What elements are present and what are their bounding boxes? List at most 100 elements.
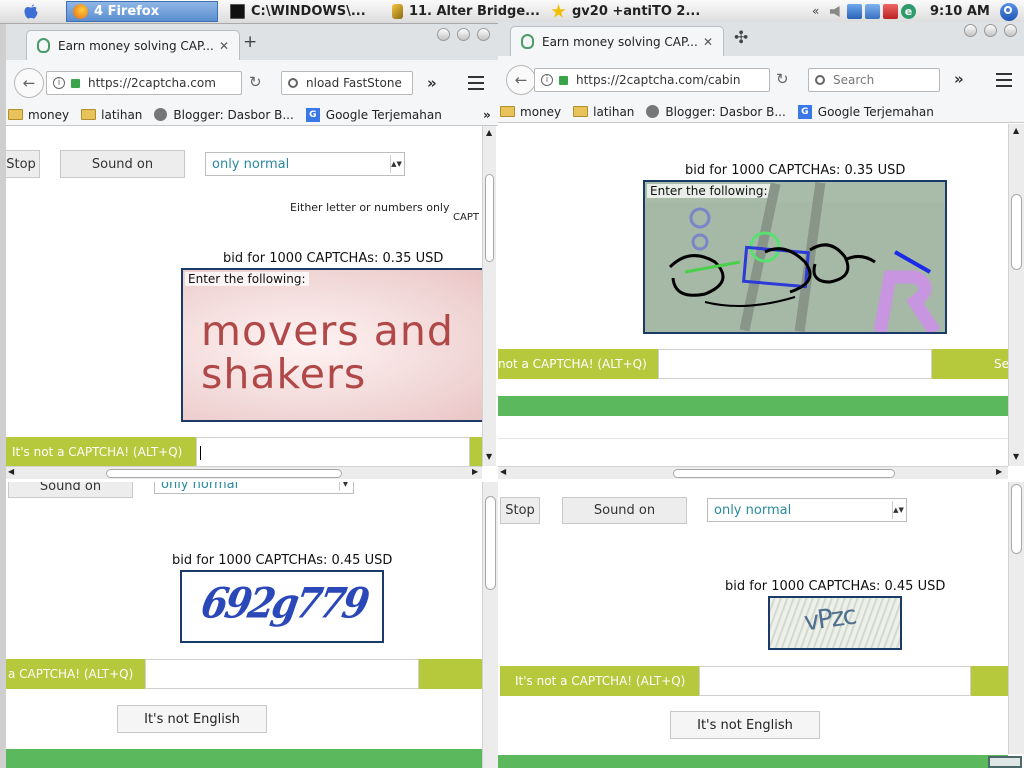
overflow-chevron-icon[interactable]: »: [954, 70, 964, 88]
scroll-down-icon[interactable]: ▼: [1013, 452, 1019, 461]
tab-earn-money[interactable]: Earn money solving CAP... ✕: [26, 30, 240, 60]
captcha-answer-input[interactable]: [699, 666, 971, 696]
horizontal-scroll-thumb[interactable]: [106, 469, 342, 478]
not-captcha-button[interactable]: a CAPTCHA! (ALT+Q): [6, 659, 145, 689]
window-close-button[interactable]: [477, 28, 490, 41]
window-maximize-button[interactable]: [457, 28, 470, 41]
bookmark-google-translate[interactable]: G Google Terjemahan: [797, 104, 934, 119]
scroll-left-icon[interactable]: ◀: [500, 467, 506, 476]
hamburger-menu-icon[interactable]: [468, 76, 484, 90]
reload-icon[interactable]: ↻: [776, 70, 789, 88]
captcha-text: vPzc: [802, 600, 857, 638]
mode-select[interactable]: only normal ▲▼: [707, 498, 907, 522]
bookmark-money[interactable]: money: [8, 108, 69, 122]
send-button[interactable]: Se: [932, 349, 1008, 379]
info-icon[interactable]: i: [541, 74, 553, 86]
not-captcha-button[interactable]: not a CAPTCHA! (ALT+Q): [498, 349, 658, 379]
spotlight-search-icon[interactable]: [1000, 3, 1018, 21]
back-button[interactable]: ←: [14, 68, 44, 98]
google-translate-icon: G: [305, 107, 320, 122]
tab-earn-money[interactable]: Earn money solving CAP... ✕: [510, 26, 724, 56]
mode-select[interactable]: only normal ▼: [154, 482, 354, 494]
vertical-scrollbar[interactable]: [1008, 482, 1024, 754]
bookmark-money[interactable]: money: [500, 105, 561, 119]
tray-network-icon[interactable]: [865, 4, 880, 19]
vertical-scrollbar[interactable]: ▲ ▼: [1008, 124, 1024, 466]
taskbar-firefox-button[interactable]: 4 Firefox: [66, 1, 218, 22]
vertical-scroll-thumb[interactable]: [1011, 194, 1022, 270]
url-bar[interactable]: i https://2captcha.com: [46, 71, 242, 95]
sound-on-button[interactable]: Sound on: [562, 497, 687, 524]
window-close-button[interactable]: [1004, 24, 1017, 37]
vertical-scroll-thumb[interactable]: [1011, 484, 1022, 554]
scroll-right-icon[interactable]: ▶: [472, 467, 478, 476]
overflow-chevron-icon[interactable]: »: [427, 74, 437, 92]
taskbar-cmd-button[interactable]: C:\WINDOWS\...: [230, 1, 380, 22]
captcha-answer-input[interactable]: [196, 437, 470, 466]
vertical-scrollbar[interactable]: ▲ ▼: [482, 126, 496, 466]
tray-rewind-icon[interactable]: «: [812, 4, 819, 18]
apple-menu-icon[interactable]: [22, 3, 40, 21]
window-minimize-button[interactable]: [437, 28, 450, 41]
search-box[interactable]: nload FastStone: [281, 71, 413, 95]
sound-on-button[interactable]: Sound on: [8, 482, 133, 498]
stop-button[interactable]: Stop: [500, 497, 540, 524]
scroll-up-icon[interactable]: ▲: [486, 128, 492, 137]
not-captcha-button[interactable]: It's not a CAPTCHA! (ALT+Q): [6, 437, 196, 466]
info-icon[interactable]: i: [53, 77, 65, 89]
stop-button[interactable]: Stop: [6, 150, 40, 178]
search-box[interactable]: Search: [808, 68, 940, 92]
window-maximize-button[interactable]: [984, 24, 997, 37]
close-tab-icon[interactable]: ✕: [219, 39, 229, 53]
bookmark-blogger[interactable]: Blogger: Dasbor B...: [154, 107, 294, 122]
bookmark-latihan[interactable]: latihan: [573, 105, 634, 119]
not-captcha-button[interactable]: It's not a CAPTCHA! (ALT+Q): [500, 666, 699, 696]
send-button[interactable]: [470, 437, 482, 466]
window-minimize-button[interactable]: [964, 24, 977, 37]
new-tab-icon[interactable]: +: [243, 32, 257, 52]
send-button[interactable]: [419, 659, 482, 689]
back-button[interactable]: ←: [506, 65, 536, 95]
vertical-scroll-thumb[interactable]: [485, 174, 494, 262]
taskbar-music-button[interactable]: 11. Alter Bridge...: [392, 1, 540, 22]
mode-select[interactable]: only normal ▲▼: [205, 152, 405, 176]
tray-app-icon[interactable]: [847, 4, 862, 19]
lock-icon: [71, 78, 80, 88]
bookmark-blogger[interactable]: Blogger: Dasbor B...: [646, 105, 786, 119]
scroll-left-icon[interactable]: ◀: [8, 467, 14, 476]
scroll-down-icon[interactable]: ▼: [486, 452, 492, 461]
not-english-button[interactable]: It's not English: [117, 705, 267, 733]
bookmarks-overflow-icon[interactable]: »: [483, 108, 491, 122]
not-english-button[interactable]: It's not English: [670, 711, 820, 739]
vertical-scroll-thumb[interactable]: [485, 496, 496, 590]
divider: [498, 438, 1008, 439]
tray-e-icon[interactable]: e: [901, 4, 916, 19]
url-bar[interactable]: i https://2captcha.com/cabin: [534, 68, 770, 92]
horizontal-scrollbar[interactable]: ◀ ▶: [6, 466, 482, 479]
captcha-answer-input[interactable]: [658, 349, 932, 379]
url-text: https://2captcha.com: [88, 76, 216, 90]
tray-speaker-icon[interactable]: [830, 6, 840, 17]
bookmark-label: Blogger: Dasbor B...: [173, 107, 294, 122]
sound-on-button[interactable]: Sound on: [60, 150, 185, 178]
scroll-right-icon[interactable]: ▶: [996, 467, 1002, 476]
resize-grip[interactable]: [988, 756, 1022, 768]
reload-icon[interactable]: ↻: [249, 73, 262, 91]
top-taskbar: 4 Firefox C:\WINDOWS\... 11. Alter Bridg…: [0, 0, 1024, 24]
captcha-answer-input[interactable]: [145, 659, 419, 689]
hamburger-menu-icon[interactable]: [996, 73, 1012, 87]
taskbar-gv20-button[interactable]: gv20 +antiTO 2...: [551, 1, 701, 22]
horizontal-scroll-thumb[interactable]: [673, 469, 895, 478]
scroll-up-icon[interactable]: ▲: [1013, 126, 1019, 135]
bookmark-latihan[interactable]: latihan: [81, 108, 142, 122]
vertical-scrollbar[interactable]: [482, 482, 498, 768]
close-tab-icon[interactable]: ✕: [703, 35, 713, 49]
new-tab-icon[interactable]: ✣: [734, 28, 748, 48]
horizontal-scrollbar[interactable]: ◀ ▶: [498, 466, 1008, 479]
firefox-icon: [73, 4, 88, 19]
bookmark-google-translate[interactable]: G Google Terjemahan: [305, 107, 442, 122]
send-button[interactable]: [971, 666, 1011, 696]
captcha-text: 692g779: [197, 577, 371, 628]
captcha-text: movers and shakers: [201, 310, 454, 396]
tray-shield-icon[interactable]: [883, 4, 898, 19]
